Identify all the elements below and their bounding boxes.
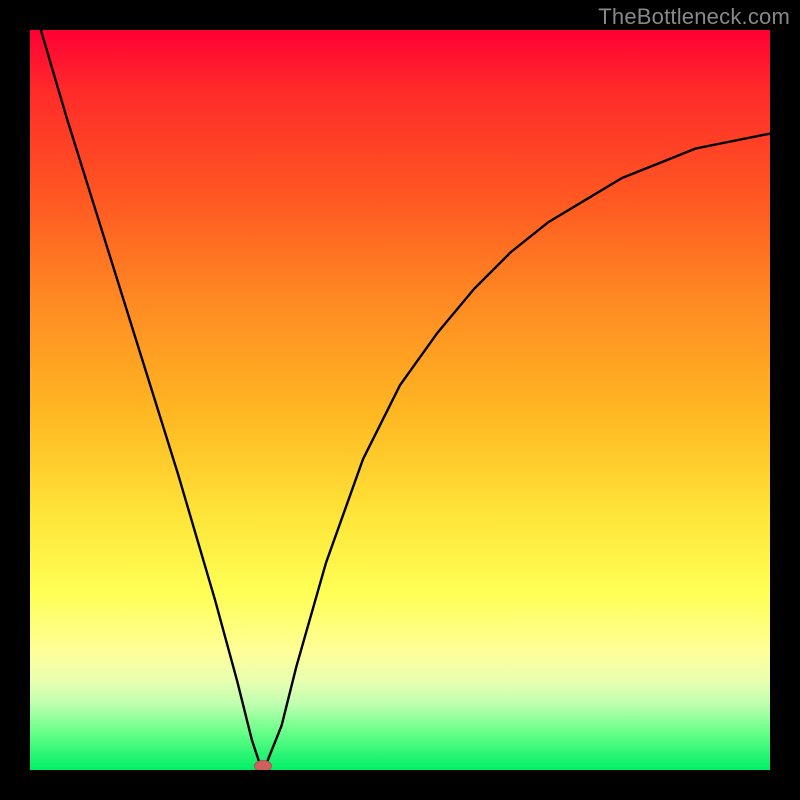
watermark-text: TheBottleneck.com: [598, 4, 790, 30]
optimal-point-marker: [254, 760, 272, 770]
bottleneck-curve: [30, 30, 770, 763]
chart-frame: TheBottleneck.com: [0, 0, 800, 800]
curve-layer: [30, 30, 770, 770]
plot-area: [30, 30, 770, 770]
